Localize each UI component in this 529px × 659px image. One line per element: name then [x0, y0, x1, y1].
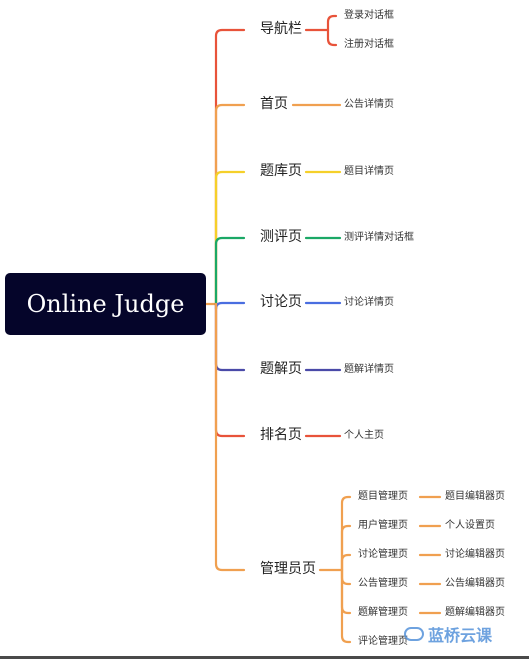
branch-connector — [214, 302, 246, 372]
grandchild-node[interactable]: 讨论编辑器页 — [445, 549, 505, 561]
branch-connector — [214, 236, 246, 306]
child-connector — [340, 568, 352, 615]
child-connector — [340, 553, 352, 572]
grandchild-node[interactable]: 公告编辑器页 — [445, 578, 505, 590]
child-node[interactable]: 用户管理页 — [358, 520, 408, 532]
branch-node[interactable]: 讨论页 — [260, 294, 302, 310]
branch-node[interactable]: 首页 — [260, 96, 288, 112]
root-node[interactable]: Online Judge — [5, 273, 206, 335]
watermark-text: 蓝桥云课 — [428, 626, 493, 645]
grandchild-node[interactable]: 个人设置页 — [445, 520, 495, 532]
child-node[interactable]: 讨论管理页 — [358, 549, 408, 561]
child-connector — [340, 524, 352, 572]
child-node[interactable]: 题目管理页 — [358, 491, 408, 503]
cloud-logo-icon — [404, 627, 424, 641]
child-node[interactable]: 测评详情对话框 — [344, 232, 414, 244]
branch-node[interactable]: 题解页 — [260, 361, 302, 377]
child-node[interactable]: 讨论详情页 — [344, 297, 394, 309]
branch-connector — [214, 103, 246, 306]
branch-node[interactable]: 导航栏 — [260, 21, 302, 37]
grandchild-node[interactable]: 题目编辑器页 — [445, 491, 505, 503]
branch-connector — [214, 28, 246, 306]
watermark: 蓝桥云课 — [404, 622, 492, 646]
child-connector — [340, 568, 352, 586]
branch-node[interactable]: 管理员页 — [260, 561, 316, 577]
child-node[interactable]: 公告详情页 — [344, 99, 394, 111]
child-connector — [326, 14, 338, 32]
branch-node[interactable]: 测评页 — [260, 229, 302, 245]
child-node[interactable]: 注册对话框 — [344, 39, 394, 51]
branch-node[interactable]: 排名页 — [260, 427, 302, 443]
child-node[interactable]: 公告管理页 — [358, 578, 408, 590]
child-node[interactable]: 题解详情页 — [344, 364, 394, 376]
grandchild-node[interactable]: 题解编辑器页 — [445, 607, 505, 619]
child-node[interactable]: 登录对话框 — [344, 10, 394, 22]
child-node[interactable]: 评论管理页 — [358, 636, 408, 648]
branch-connector — [214, 301, 246, 310]
branch-node[interactable]: 题库页 — [260, 163, 302, 179]
child-node[interactable]: 个人主页 — [344, 430, 384, 442]
root-label: Online Judge — [26, 290, 185, 318]
child-node[interactable]: 题解管理页 — [358, 607, 408, 619]
child-node[interactable]: 题目详情页 — [344, 166, 394, 178]
child-connector — [326, 28, 338, 47]
